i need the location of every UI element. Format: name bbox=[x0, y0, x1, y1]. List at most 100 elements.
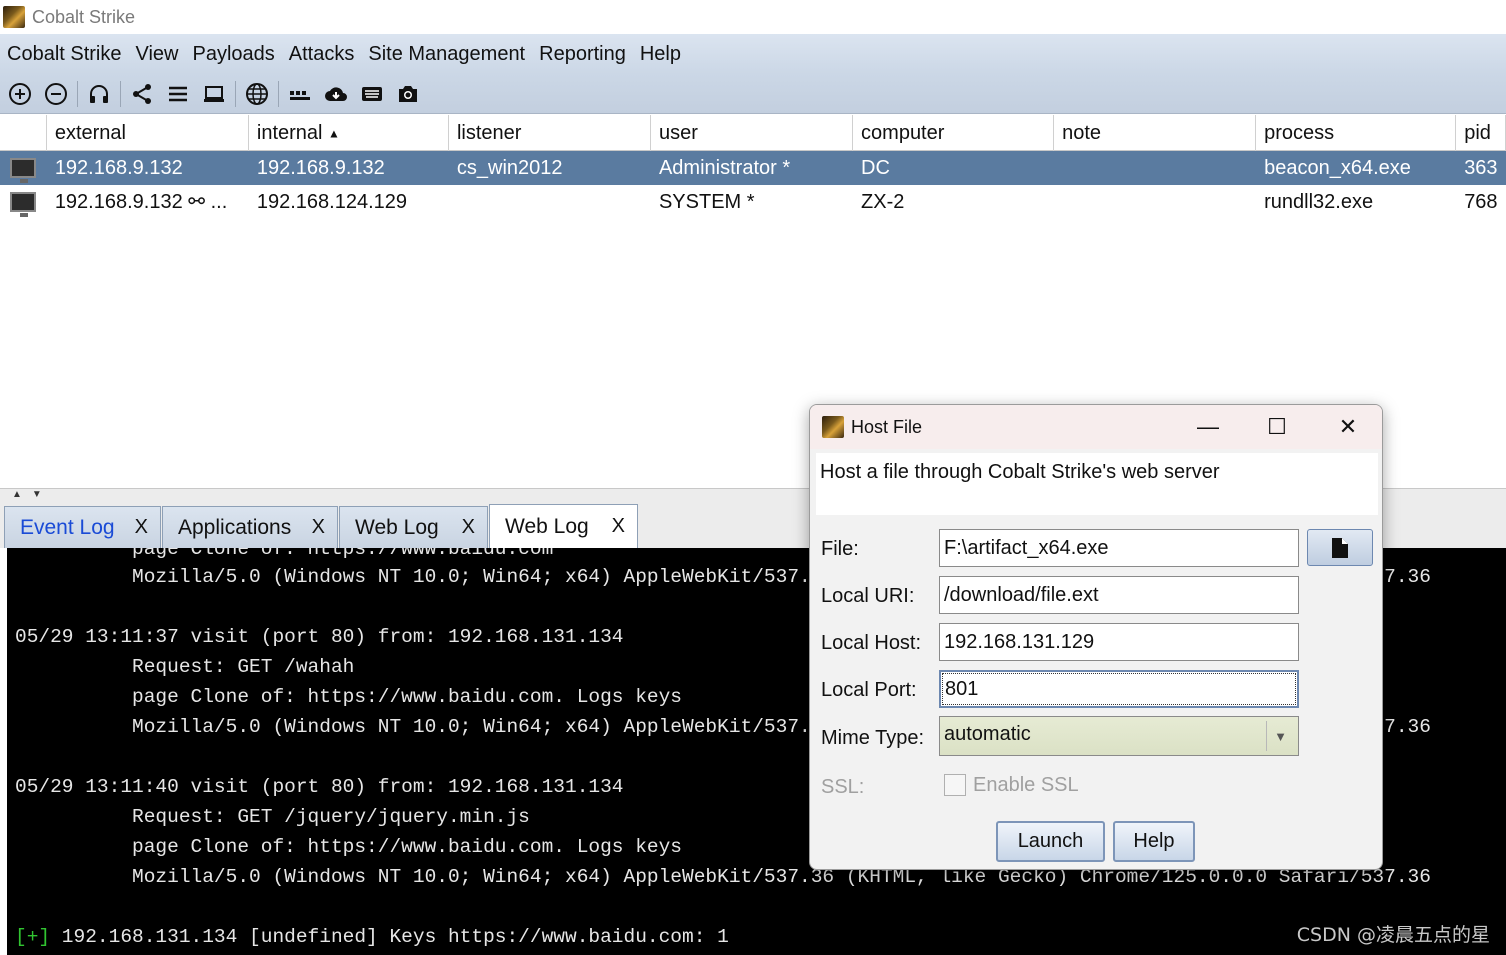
beacon-monitor-icon bbox=[0, 185, 47, 219]
tab-web-log-active[interactable]: Web Log X bbox=[489, 504, 638, 548]
maximize-button[interactable]: ☐ bbox=[1242, 405, 1312, 449]
toolbar-separator bbox=[120, 80, 121, 107]
column-header-pid[interactable]: pid bbox=[1456, 115, 1506, 151]
window-title: Cobalt Strike bbox=[32, 6, 136, 27]
tab-event-log[interactable]: Event Log X bbox=[4, 506, 161, 548]
chevron-down-icon[interactable]: ▼ bbox=[1266, 721, 1294, 751]
tab-applications[interactable]: Applications X bbox=[162, 506, 338, 548]
local-uri-label: Local URI: bbox=[821, 585, 915, 607]
browse-file-button[interactable] bbox=[1307, 529, 1373, 566]
console-line: 05/29 13:11:40 visit (port 80) from: 192… bbox=[15, 776, 624, 798]
cell-internal: 192.168.9.132 bbox=[256, 157, 385, 179]
pivot-graph-icon[interactable] bbox=[127, 79, 157, 109]
console-line-text: 192.168.131.134 [undefined] Keys https:/… bbox=[50, 926, 729, 948]
launch-button[interactable]: Launch bbox=[996, 821, 1105, 862]
console-line: [+] 192.168.131.134 [undefined] Keys htt… bbox=[15, 922, 729, 952]
local-host-label: Local Host: bbox=[821, 632, 922, 654]
beacon-monitor-icon bbox=[0, 151, 47, 185]
enable-ssl-checkbox[interactable] bbox=[944, 774, 966, 796]
splitter-arrows-icon[interactable]: ▲▼ bbox=[12, 489, 52, 500]
column-header-note[interactable]: note bbox=[1054, 115, 1257, 151]
targets-icon[interactable] bbox=[199, 79, 229, 109]
cell-user: Administrator * bbox=[658, 157, 791, 179]
credentials-icon[interactable] bbox=[357, 79, 387, 109]
tab-close-icon[interactable]: X bbox=[135, 516, 148, 539]
local-port-input[interactable] bbox=[939, 670, 1299, 708]
web-drive-by-icon[interactable] bbox=[242, 79, 272, 109]
file-label: File: bbox=[821, 538, 859, 560]
console-line: Request: GET /jquery/jquery.min.js bbox=[15, 806, 530, 828]
session-table-icon[interactable] bbox=[163, 79, 193, 109]
screenshots-camera-icon[interactable] bbox=[393, 79, 423, 109]
cell-external: 192.168.9.132 bbox=[54, 157, 183, 179]
tab-close-icon[interactable]: X bbox=[462, 516, 475, 539]
column-header-external[interactable]: external bbox=[47, 115, 249, 151]
mime-type-value: automatic bbox=[944, 723, 1031, 745]
listeners-headphones-icon[interactable] bbox=[84, 79, 114, 109]
local-host-input[interactable] bbox=[939, 623, 1299, 661]
cobalt-strike-app-icon bbox=[3, 6, 25, 28]
cell-process: beacon_x64.exe bbox=[1264, 157, 1411, 179]
keystrokes-icon[interactable] bbox=[285, 79, 315, 109]
console-line: 05/29 13:11:37 visit (port 80) from: 192… bbox=[15, 626, 624, 648]
tab-web-log[interactable]: Web Log X bbox=[339, 506, 488, 548]
new-connection-icon[interactable] bbox=[5, 79, 35, 109]
column-header-icon[interactable] bbox=[0, 115, 47, 151]
menu-site-management[interactable]: Site Management bbox=[361, 34, 532, 74]
cell-listener bbox=[449, 185, 651, 219]
column-header-user[interactable]: user bbox=[651, 115, 854, 151]
cell-computer: ZX-2 bbox=[861, 191, 905, 213]
tab-label: Applications bbox=[178, 515, 292, 539]
console-line: page Clone of: https://www.baidu.com. Lo… bbox=[15, 686, 683, 708]
menu-cobalt-strike[interactable]: Cobalt Strike bbox=[0, 34, 129, 74]
downloads-cloud-icon[interactable] bbox=[321, 79, 351, 109]
cell-pid: 768 bbox=[1464, 191, 1498, 213]
local-uri-input[interactable] bbox=[939, 576, 1299, 614]
menu-attacks[interactable]: Attacks bbox=[282, 34, 362, 74]
tab-label: Web Log bbox=[355, 515, 439, 539]
ssl-label: SSL: bbox=[821, 776, 865, 798]
local-port-label: Local Port: bbox=[821, 679, 917, 701]
table-header: external internal ▲ listener user comput… bbox=[0, 115, 1506, 151]
column-header-listener[interactable]: listener bbox=[449, 115, 651, 151]
cell-listener: cs_win2012 bbox=[456, 157, 563, 179]
tab-close-icon[interactable]: X bbox=[312, 516, 325, 539]
column-header-computer[interactable]: computer bbox=[853, 115, 1055, 151]
dialog-description: Host a file through Cobalt Strike's web … bbox=[816, 453, 1378, 515]
cell-user: SYSTEM * bbox=[658, 191, 755, 213]
dialog-title: Host File bbox=[851, 416, 923, 437]
toolbar-separator bbox=[278, 80, 279, 107]
menu-payloads[interactable]: Payloads bbox=[186, 34, 282, 74]
help-button[interactable]: Help bbox=[1113, 821, 1195, 862]
mime-type-select[interactable]: automatic ▼ bbox=[939, 716, 1299, 756]
tab-close-icon[interactable]: X bbox=[612, 515, 625, 538]
table-row[interactable]: 192.168.9.132 192.168.9.132 cs_win2012 A… bbox=[0, 151, 1506, 185]
console-line: page Clone of: https://www.baidu.com. Lo… bbox=[15, 836, 683, 858]
disconnect-icon[interactable] bbox=[41, 79, 71, 109]
watermark: CSDN @凌晨五点的星 bbox=[1296, 924, 1490, 946]
toolbar-separator bbox=[77, 80, 78, 107]
column-header-process[interactable]: process bbox=[1256, 115, 1457, 151]
file-input[interactable] bbox=[939, 529, 1299, 567]
cell-note bbox=[1054, 185, 1256, 219]
dialog-titlebar: Host File — ☐ ✕ bbox=[810, 405, 1382, 449]
cell-computer: DC bbox=[861, 157, 890, 179]
close-button[interactable]: ✕ bbox=[1313, 405, 1382, 449]
sort-ascending-icon: ▲ bbox=[328, 126, 340, 141]
menu-reporting[interactable]: Reporting bbox=[532, 34, 633, 74]
menu-view[interactable]: View bbox=[129, 34, 186, 74]
mime-type-label: Mime Type: bbox=[821, 727, 924, 749]
host-file-dialog: Host File — ☐ ✕ Host a file through Coba… bbox=[809, 404, 1383, 870]
cell-external: 192.168.9.132 ⚯ ... bbox=[54, 191, 228, 213]
table-row[interactable]: 192.168.9.132 ⚯ ... 192.168.124.129 SYST… bbox=[0, 185, 1506, 219]
cobalt-strike-app-icon bbox=[822, 416, 844, 438]
toolbar bbox=[0, 74, 1506, 114]
cell-note bbox=[1054, 151, 1256, 185]
window-titlebar: Cobalt Strike bbox=[0, 0, 1506, 34]
cell-internal: 192.168.124.129 bbox=[256, 191, 408, 213]
minimize-button[interactable]: — bbox=[1173, 405, 1243, 449]
column-header-internal[interactable]: internal ▲ bbox=[249, 115, 449, 151]
file-icon bbox=[1332, 537, 1348, 558]
menu-help[interactable]: Help bbox=[633, 34, 688, 74]
success-prefix: [+] bbox=[15, 926, 51, 948]
